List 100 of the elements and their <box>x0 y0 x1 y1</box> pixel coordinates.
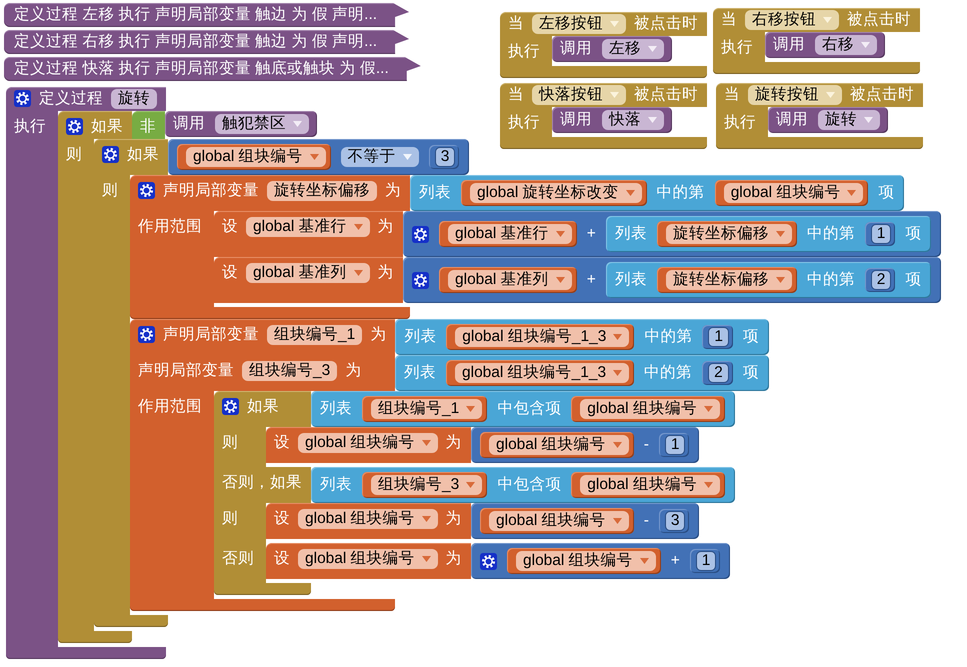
variable-block[interactable]: 设 global 组块编号 为 <box>266 503 471 539</box>
variable-block[interactable]: 设 global 组块编号 为 <box>266 543 471 579</box>
list-block[interactable]: 列表 global 组块编号_1_3 中的第 1 项 <box>395 319 770 355</box>
math-block[interactable]: global 基准行 + 列表 旋转坐标偏移 中的第 1 项 <box>403 211 942 257</box>
list-block[interactable]: 列表 global 旋转坐标改变 中的第 global 组块编号 项 <box>410 175 904 211</box>
gear-icon[interactable] <box>480 553 497 570</box>
math-block[interactable]: 3 <box>658 509 690 533</box>
variable-block[interactable]: global 组块编号 <box>177 144 331 170</box>
variable-block[interactable]: 旋转坐标偏移 <box>656 267 797 293</box>
name-field[interactable]: 组块编号_1 <box>267 325 362 345</box>
gear-icon[interactable] <box>102 146 119 163</box>
list-block[interactable]: 列表 旋转坐标偏移 中的第 2 项 <box>606 262 932 298</box>
gear-icon[interactable] <box>138 326 155 343</box>
variable-block[interactable]: 声明局部变量 旋转坐标偏移 为 <box>130 175 410 211</box>
procedure-dropdown[interactable]: 快落 <box>602 110 664 130</box>
variable-block[interactable]: global 组块编号 <box>507 548 661 574</box>
operator-dropdown[interactable]: 不等于 <box>340 147 419 167</box>
variable-dropdown[interactable]: global 组块编号 <box>186 147 326 167</box>
collapsed-block[interactable]: 定义过程 右移 执行 声明局部变量 触边 为 假 声明... <box>4 30 410 54</box>
math-block[interactable]: 2 <box>702 361 733 385</box>
component-dropdown[interactable]: 快落按钮 <box>532 85 626 105</box>
math-block[interactable]: 3 <box>428 145 460 169</box>
gear-icon[interactable] <box>14 90 31 107</box>
variable-dropdown[interactable]: 旋转坐标偏移 <box>666 224 792 244</box>
procedure-block[interactable]: 调用 旋转 <box>768 107 888 133</box>
math-block[interactable]: global 基准列 + 列表 旋转坐标偏移 中的第 2 项 <box>403 257 942 303</box>
variable-block[interactable]: global 组块编号_1_3 <box>446 360 634 386</box>
procedure-block[interactable]: 定义过程 旋转 <box>6 87 166 111</box>
variable-dropdown[interactable]: 组块编号_1 <box>371 399 482 419</box>
number-field[interactable]: 1 <box>664 435 686 455</box>
variable-dropdown[interactable]: 组块编号_3 <box>371 475 482 495</box>
math-block[interactable]: 1 <box>864 222 896 246</box>
variable-block[interactable]: global 基准行 <box>439 221 577 247</box>
variable-dropdown[interactable]: global 组块编号 <box>580 399 720 419</box>
variable-block[interactable]: 设 global 组块编号 为 <box>266 427 471 463</box>
variable-block[interactable]: 设 global 基准行 为 <box>214 211 403 257</box>
variable-dropdown[interactable]: global 组块编号 <box>298 509 438 529</box>
collapsed-block[interactable]: 定义过程 快落 执行 声明局部变量 触底或触块 为 假... <box>4 57 421 81</box>
name-field[interactable]: 组块编号_3 <box>242 361 338 381</box>
variable-dropdown[interactable]: global 基准行 <box>246 217 370 237</box>
variable-block[interactable]: 组块编号_3 <box>362 472 488 498</box>
list-block[interactable]: 列表 global 组块编号_1_3 中的第 2 项 <box>395 355 769 391</box>
variable-block[interactable]: 声明局部变量 组块编号_1 为 <box>130 319 396 355</box>
list-block[interactable]: 列表 组块编号_3 中包含项 global 组块编号 <box>311 467 735 503</box>
variable-dropdown[interactable]: global 组块编号 <box>516 551 656 571</box>
control-block[interactable]: 当 快落按钮 被点击时 <box>500 83 707 107</box>
variable-block[interactable]: 组块编号_1 <box>362 396 488 422</box>
math-block[interactable]: global 组块编号 不等于 3 <box>168 139 470 175</box>
variable-block[interactable]: global 组块编号_1_3 <box>446 324 634 350</box>
procedure-block[interactable]: 调用 触犯禁区 <box>165 111 317 137</box>
number-field[interactable]: 3 <box>664 511 686 531</box>
variable-block[interactable]: global 组块编号 <box>480 508 634 534</box>
procedure-dropdown[interactable]: 左移 <box>602 39 664 59</box>
variable-block[interactable]: global 组块编号 <box>714 180 868 206</box>
variable-block[interactable]: global 基准列 <box>439 267 577 293</box>
variable-dropdown[interactable]: global 组块编号_1_3 <box>455 327 630 347</box>
variable-block[interactable]: 设 global 基准列 为 <box>214 257 403 303</box>
number-field[interactable]: 1 <box>696 551 716 571</box>
component-dropdown[interactable]: 左移按钮 <box>532 14 626 34</box>
name-field[interactable]: 旋转 <box>111 89 157 109</box>
variable-dropdown[interactable]: 旋转坐标偏移 <box>666 270 792 290</box>
variable-dropdown[interactable]: global 组块编号 <box>724 183 864 203</box>
variable-block[interactable]: 旋转坐标偏移 <box>656 221 797 247</box>
variable-block[interactable]: global 旋转坐标改变 <box>461 180 647 206</box>
procedure-dropdown[interactable]: 右移 <box>815 35 877 55</box>
variable-dropdown[interactable]: global 旋转坐标改变 <box>470 183 642 203</box>
component-dropdown[interactable]: 右移按钮 <box>745 10 839 30</box>
variable-dropdown[interactable]: global 组块编号 <box>580 475 720 495</box>
math-block[interactable]: 1 <box>702 325 734 349</box>
procedure-dropdown[interactable]: 触犯禁区 <box>215 114 309 134</box>
variable-block[interactable]: global 组块编号 <box>480 432 634 458</box>
number-field[interactable]: 3 <box>434 147 456 167</box>
procedure-block[interactable]: 调用 左移 <box>552 36 672 62</box>
component-dropdown[interactable]: 旋转按钮 <box>748 85 842 105</box>
variable-block[interactable]: global 组块编号 <box>571 396 725 422</box>
list-block[interactable]: 列表 组块编号_1 中包含项 global 组块编号 <box>311 391 735 427</box>
list-block[interactable]: 列表 旋转坐标偏移 中的第 1 项 <box>606 216 932 252</box>
name-field[interactable]: 旋转坐标偏移 <box>267 181 377 201</box>
procedure-dropdown[interactable]: 旋转 <box>818 110 880 130</box>
variable-dropdown[interactable]: global 组块编号 <box>298 549 438 569</box>
control-block[interactable]: 当 旋转按钮 被点击时 <box>716 83 923 107</box>
control-block[interactable]: 当 右移按钮 被点击时 <box>713 8 920 32</box>
math-block[interactable]: global 组块编号 - 1 <box>471 427 700 463</box>
math-block[interactable]: 1 <box>690 549 720 573</box>
gear-icon[interactable] <box>412 226 429 243</box>
number-field[interactable]: 1 <box>870 224 892 244</box>
math-block[interactable]: 2 <box>864 268 896 292</box>
variable-dropdown[interactable]: global 基准行 <box>448 224 572 244</box>
variable-dropdown[interactable]: global 基准列 <box>246 263 370 283</box>
gear-icon[interactable] <box>412 272 429 289</box>
gear-icon[interactable] <box>66 118 83 135</box>
gear-icon[interactable] <box>138 182 155 199</box>
variable-dropdown[interactable]: global 基准列 <box>448 270 572 290</box>
math-block[interactable]: 1 <box>658 433 690 457</box>
variable-block[interactable]: global 组块编号 <box>571 472 725 498</box>
number-field[interactable]: 1 <box>708 327 730 347</box>
number-field[interactable]: 2 <box>708 363 729 383</box>
control-block[interactable]: 当 左移按钮 被点击时 <box>500 12 707 36</box>
variable-dropdown[interactable]: global 组块编号 <box>489 511 629 531</box>
math-block[interactable]: global 组块编号 - 3 <box>471 503 700 539</box>
